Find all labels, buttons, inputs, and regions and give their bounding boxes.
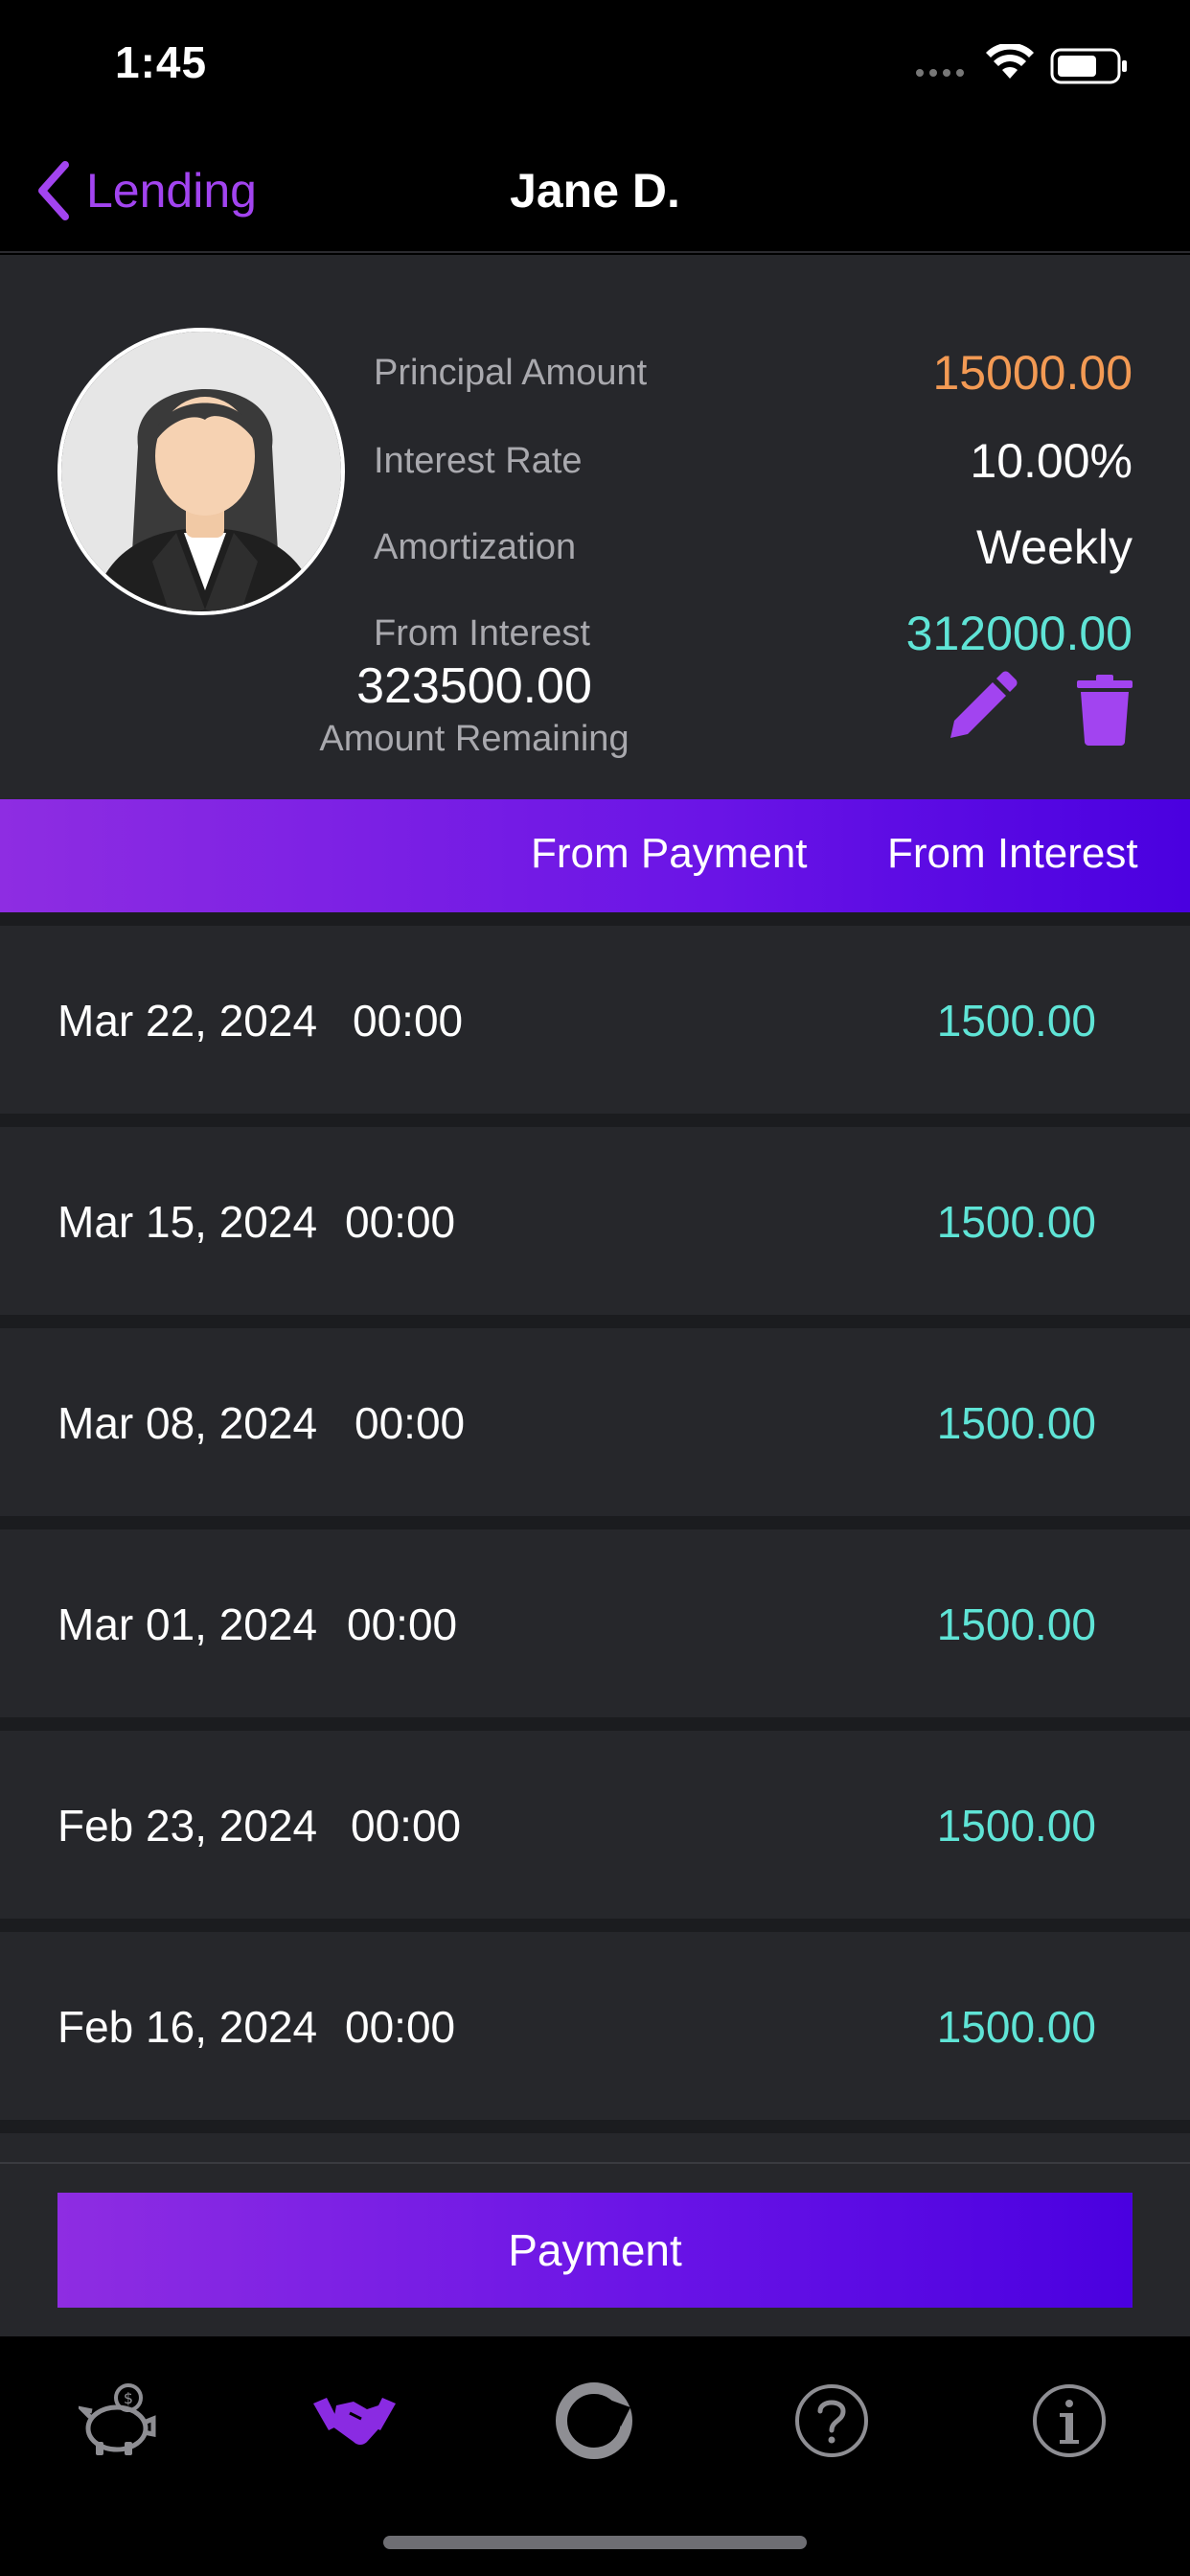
- payment-time: 00:00: [355, 1398, 466, 1448]
- navigation-bar: Lending Jane D.: [0, 134, 1190, 253]
- payment-time: 00:00: [353, 996, 464, 1046]
- list-item[interactable]: Mar 08, 2024 00:00 1500.00: [0, 1328, 1190, 1516]
- cellular-signal-icon: [916, 69, 964, 77]
- tab-help[interactable]: [784, 2373, 880, 2469]
- home-indicator: [383, 2536, 807, 2549]
- payment-time: 00:00: [347, 1599, 458, 1649]
- payment-amount: 1500.00: [936, 1398, 1096, 1448]
- handshake-icon: [313, 2398, 396, 2445]
- from-interest-label: From Interest: [374, 612, 590, 654]
- payment-date: Mar 01, 2024: [57, 1599, 318, 1649]
- tab-info[interactable]: [1021, 2373, 1117, 2469]
- payment-amount: 1500.00: [936, 1197, 1096, 1247]
- payment-date: Mar 15, 2024: [57, 1197, 318, 1247]
- payment-date: Mar 08, 2024: [57, 1398, 318, 1448]
- payment-amount: 1500.00: [936, 996, 1096, 1046]
- page-title: Jane D.: [510, 164, 680, 218]
- tab-lending[interactable]: [307, 2373, 402, 2469]
- list-item[interactable]: Feb 16, 2024 00:00 1500.00: [0, 1932, 1190, 2120]
- payment-bar: Payment: [0, 2162, 1190, 2336]
- payment-time: 00:00: [345, 1197, 456, 1247]
- refresh-cycle-icon: [556, 2382, 632, 2459]
- payment-time: 00:00: [345, 2002, 456, 2052]
- battery-icon: [1050, 48, 1127, 84]
- payment-date: Mar 22, 2024: [57, 996, 318, 1046]
- payment-columns-header: From Payment From Interest: [0, 799, 1190, 912]
- principal-amount-label: Principal Amount: [374, 352, 648, 393]
- amount-remaining-label: Amount Remaining: [319, 719, 629, 759]
- interest-rate-label: Interest Rate: [374, 440, 583, 481]
- trash-icon[interactable]: [1075, 673, 1134, 746]
- interest-rate-value: 10.00%: [970, 434, 1133, 488]
- column-from-payment: From Payment: [531, 830, 808, 877]
- wifi-icon: [986, 44, 1034, 79]
- payment-amount: 1500.00: [936, 2002, 1096, 2052]
- tab-savings[interactable]: $: [71, 2373, 167, 2469]
- payment-list[interactable]: Mar 22, 2024 00:00 1500.00 Mar 15, 2024 …: [0, 912, 1190, 2162]
- tab-recurring[interactable]: [546, 2373, 642, 2469]
- list-item[interactable]: Mar 22, 2024 00:00 1500.00: [0, 926, 1190, 1114]
- info-icon: [1033, 2384, 1106, 2457]
- principal-amount-value: 15000.00: [932, 346, 1133, 400]
- status-bar: 1:45: [0, 0, 1190, 134]
- piggy-bank-icon: $: [79, 2383, 156, 2455]
- svg-text:$: $: [124, 2389, 133, 2407]
- list-item[interactable]: [0, 2133, 1190, 2162]
- edit-icon[interactable]: [943, 669, 1019, 746]
- amortization-row: Amortization Weekly: [374, 514, 1133, 581]
- payment-time: 00:00: [351, 1801, 462, 1851]
- amount-remaining: 323500.00 Amount Remaining: [259, 657, 690, 760]
- loan-summary: Principal Amount 15000.00 Interest Rate …: [0, 255, 1190, 799]
- status-time: 1:45: [115, 37, 208, 87]
- amortization-value: Weekly: [975, 520, 1133, 574]
- from-interest-value: 312000.00: [905, 607, 1133, 660]
- payment-amount: 1500.00: [936, 1599, 1096, 1649]
- payment-date: Feb 23, 2024: [57, 1801, 318, 1851]
- column-from-interest: From Interest: [887, 830, 1138, 877]
- payment-amount: 1500.00: [936, 1801, 1096, 1851]
- list-item[interactable]: Mar 15, 2024 00:00 1500.00: [0, 1127, 1190, 1315]
- interest-rate-row: Interest Rate 10.00%: [374, 427, 1133, 494]
- amortization-label: Amortization: [374, 526, 577, 567]
- list-item[interactable]: Feb 23, 2024 00:00 1500.00: [0, 1731, 1190, 1919]
- help-icon: [795, 2384, 868, 2457]
- avatar: [57, 328, 345, 615]
- amount-remaining-value: 323500.00: [356, 658, 592, 714]
- list-item[interactable]: Mar 01, 2024 00:00 1500.00: [0, 1530, 1190, 1717]
- payment-date: Feb 16, 2024: [57, 2002, 318, 2052]
- principal-amount-row: Principal Amount 15000.00: [374, 339, 1133, 406]
- payment-button[interactable]: Payment: [57, 2193, 1133, 2308]
